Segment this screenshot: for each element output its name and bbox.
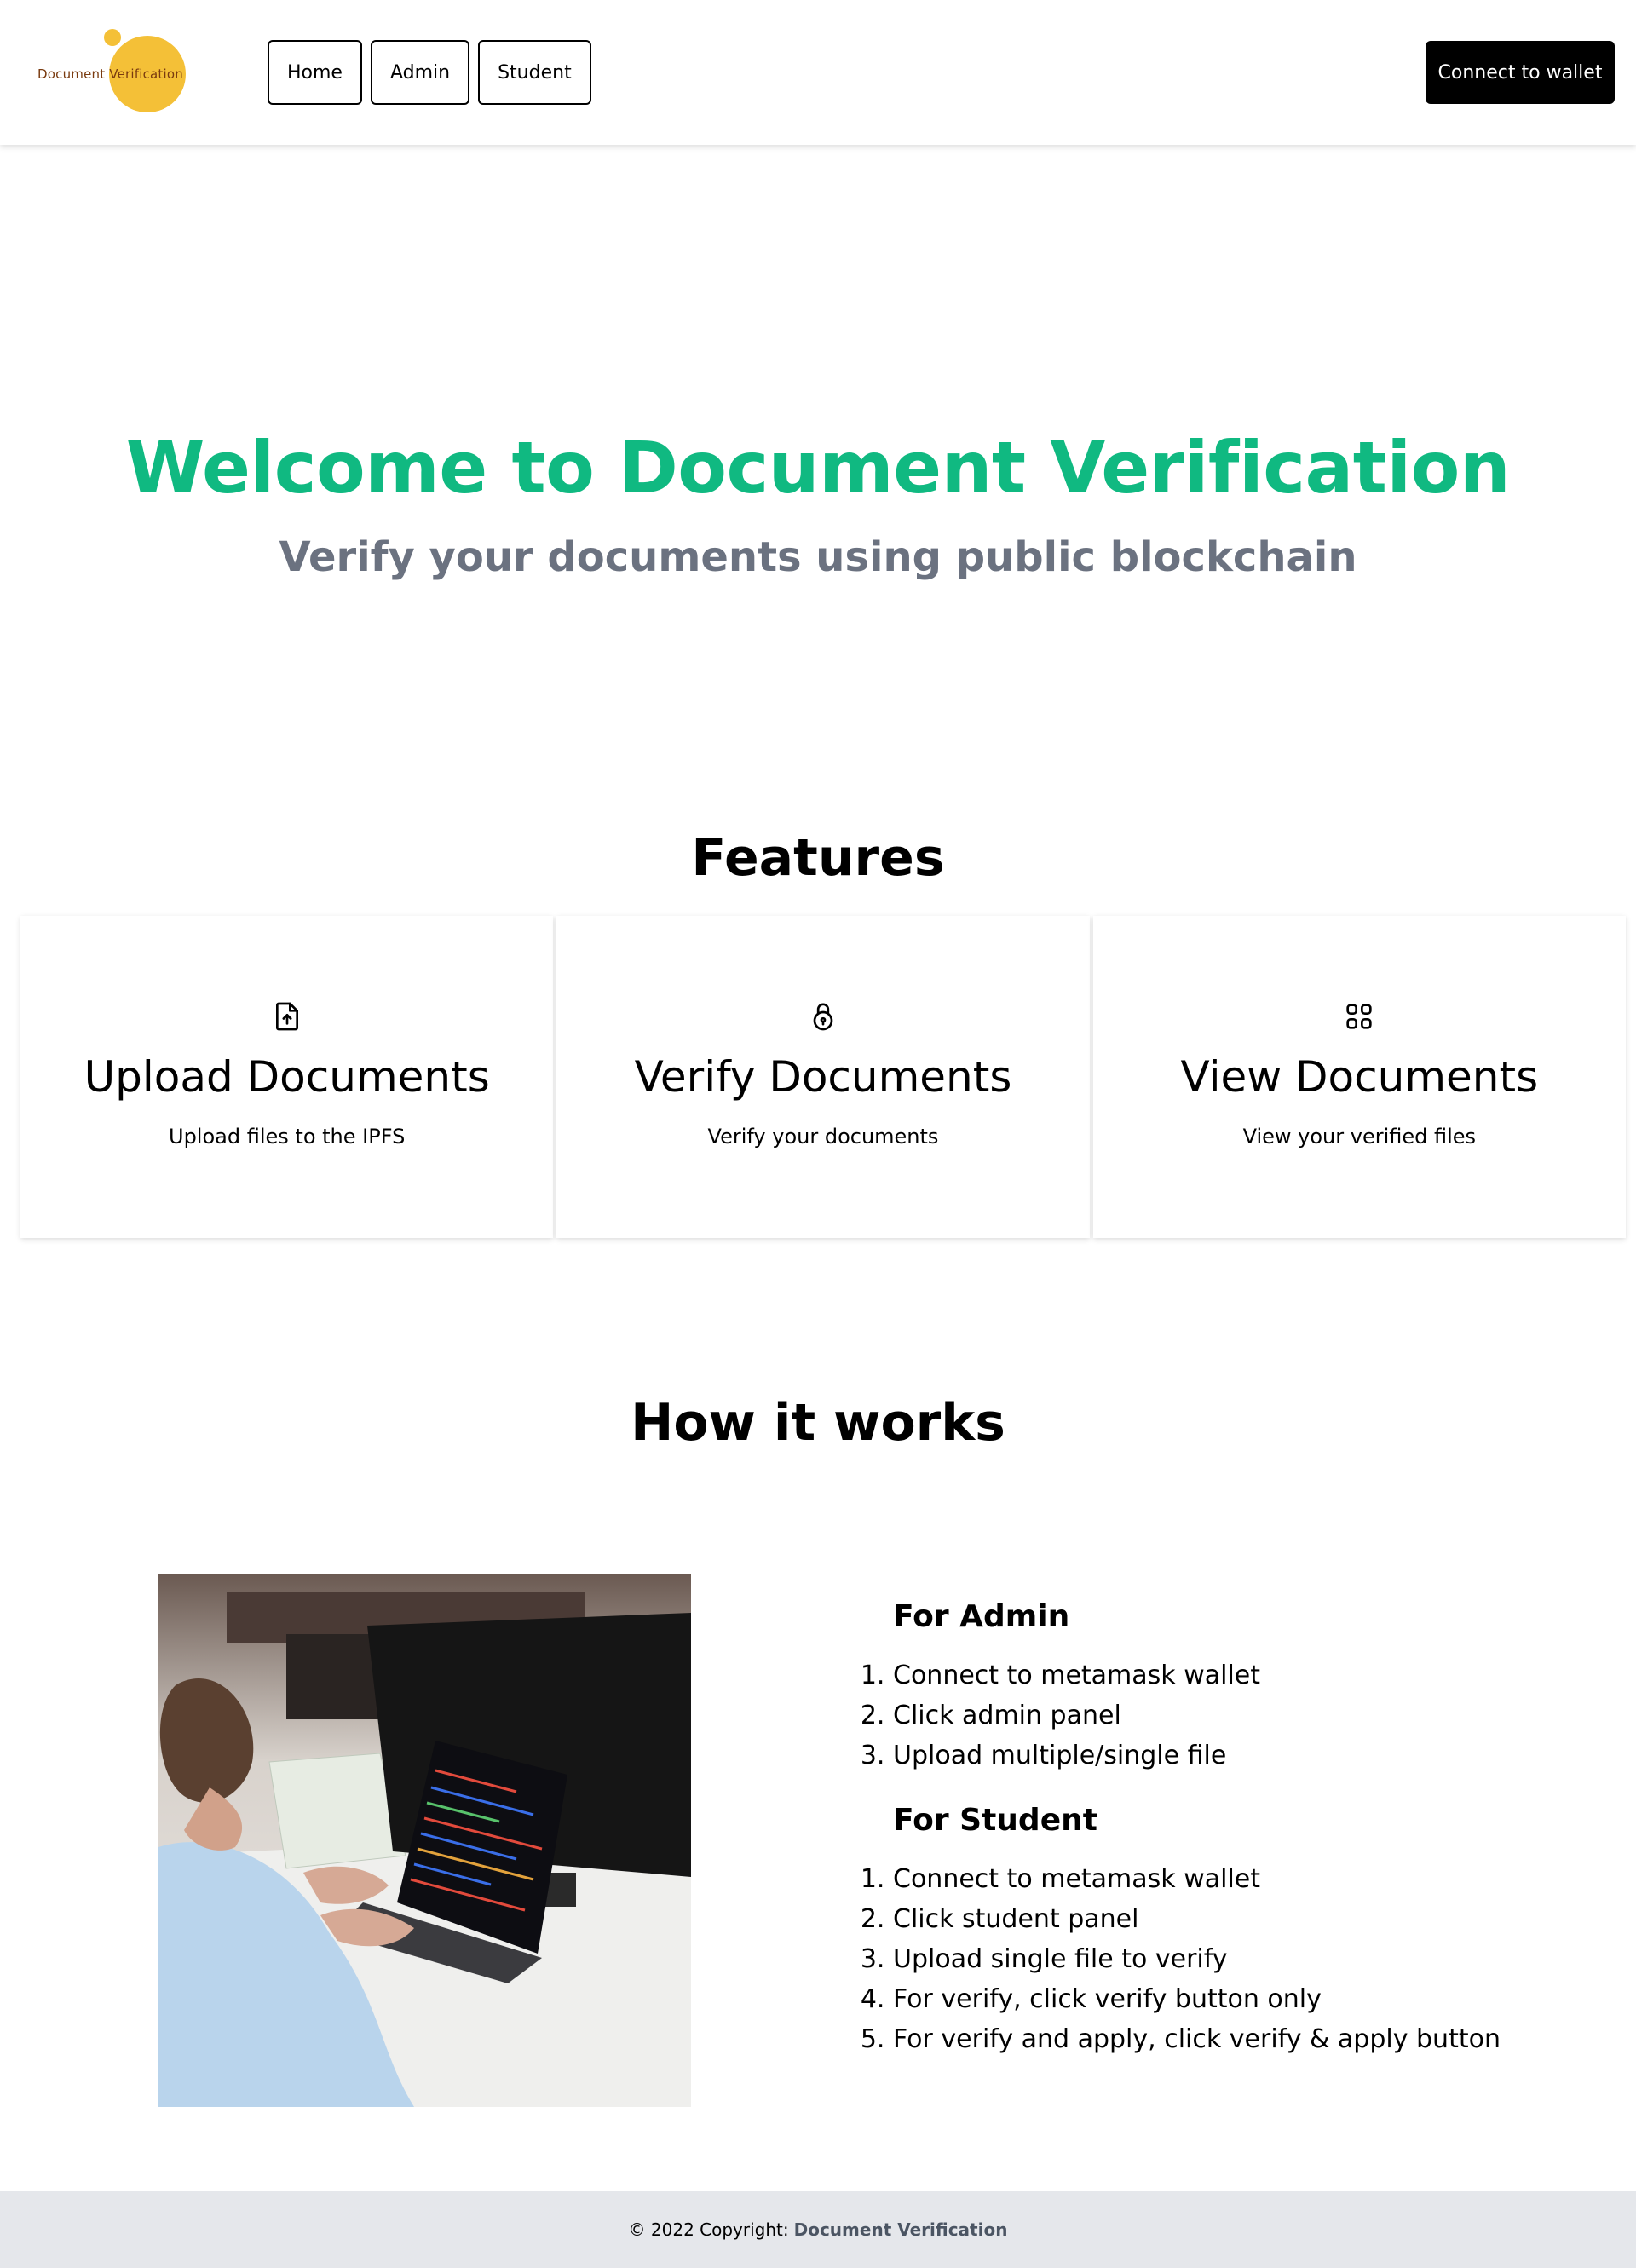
nav-links: Home Admin Student	[268, 40, 591, 105]
hero-subtitle: Verify your documents using public block…	[279, 533, 1357, 581]
list-item: For verify, click verify button only	[893, 1979, 1542, 2019]
student-heading: For Student	[893, 1803, 1097, 1838]
footer-copyright: © 2022 Copyright:	[628, 2219, 789, 2240]
footer-brand-link[interactable]: Document Verification	[794, 2219, 1008, 2240]
card-title: Verify Documents	[634, 1052, 1012, 1102]
logo-text: Document Verification	[37, 66, 183, 82]
how-it-works-title: How it works	[631, 1393, 1005, 1453]
how-it-works-image	[158, 1574, 691, 2107]
file-upload-icon	[275, 1002, 298, 1031]
logo[interactable]: Document Verification	[34, 24, 222, 113]
admin-steps-list: Connect to metamask wallet Click admin p…	[861, 1655, 1542, 1776]
list-item: Upload multiple/single file	[893, 1736, 1542, 1776]
hero-title: Welcome to Document Verification	[125, 426, 1511, 509]
laptop-photo	[158, 1574, 691, 2107]
feature-cards: Upload Documents Upload files to the IPF…	[20, 916, 1626, 1238]
nav-student-button[interactable]: Student	[478, 40, 591, 105]
features-title: Features	[691, 828, 945, 888]
admin-heading: For Admin	[893, 1599, 1070, 1634]
feature-card-upload: Upload Documents Upload files to the IPF…	[20, 916, 554, 1238]
list-item: Connect to metamask wallet	[893, 1859, 1542, 1899]
connect-wallet-button[interactable]: Connect to wallet	[1426, 41, 1615, 104]
nav-admin-button[interactable]: Admin	[370, 40, 470, 105]
nav-home-button[interactable]: Home	[268, 40, 362, 105]
list-item: Click student panel	[893, 1899, 1542, 1939]
footer: © 2022 Copyright: Document Verification	[0, 2191, 1636, 2268]
list-item: For verify and apply, click verify & app…	[893, 2019, 1542, 2059]
card-description: Upload files to the IPFS	[169, 1125, 406, 1148]
list-item: Connect to metamask wallet	[893, 1655, 1542, 1695]
card-description: View your verified files	[1242, 1125, 1477, 1148]
list-item: Upload single file to verify	[893, 1939, 1542, 1979]
card-description: Verify your documents	[707, 1125, 939, 1148]
feature-card-view: View Documents View your verified files	[1092, 916, 1626, 1238]
card-title: View Documents	[1180, 1052, 1539, 1102]
list-item: Click admin panel	[893, 1695, 1542, 1736]
student-steps-list: Connect to metamask wallet Click student…	[861, 1859, 1542, 2059]
navbar: Document Verification Home Admin Student…	[0, 0, 1636, 145]
how-it-works-steps: For Admin Connect to metamask wallet Cli…	[861, 1597, 1542, 2059]
feature-card-verify: Verify Documents Verify your documents	[556, 916, 1090, 1238]
logo-dot-small	[104, 29, 121, 46]
grid-icon	[1346, 1004, 1372, 1029]
card-title: Upload Documents	[84, 1052, 490, 1102]
lock-icon	[813, 1003, 833, 1031]
